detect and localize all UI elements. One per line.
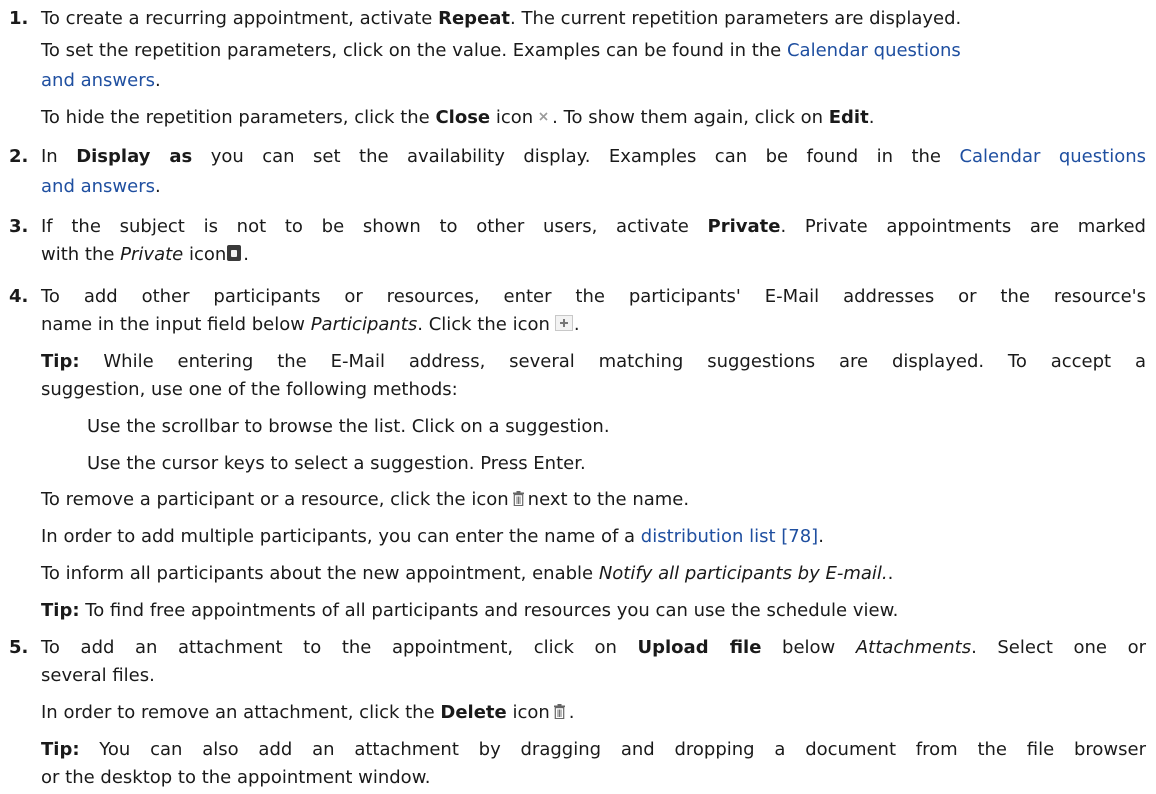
distribution-list-link[interactable]: distribution list [78]: [641, 526, 818, 547]
tip-text: Tip: To find free appointments of all pa…: [41, 600, 899, 621]
tip-text: Tip: While entering the E-Mail address, …: [41, 351, 1146, 372]
attachments-term: Attachments: [855, 637, 972, 658]
step-text: In order to add multiple participants, y…: [41, 526, 824, 547]
display-as-term: Display as: [76, 146, 193, 167]
step-number: 3.: [9, 216, 29, 237]
tip-text: suggestion, use one of the following met…: [41, 379, 458, 400]
step-text: To add other participants or resources, …: [41, 286, 1146, 307]
step-text: To set the repetition parameters, click …: [41, 40, 961, 61]
calendar-faq-link[interactable]: Calendar questions: [959, 146, 1146, 167]
step-text: In Display as you can set the availabili…: [41, 146, 1146, 167]
delete-term: Delete: [440, 702, 507, 723]
private-term: Private: [120, 244, 184, 265]
upload-file-term: Upload file: [637, 637, 762, 658]
method-item: Use the scrollbar to browse the list. Cl…: [87, 416, 610, 437]
step-text: To remove a participant or a resource, c…: [41, 489, 690, 510]
plus-icon: [554, 315, 573, 331]
notify-option-term: Notify all participants by E-mail.: [598, 563, 888, 584]
step-number: 4.: [9, 286, 29, 307]
step-number: 5.: [9, 637, 29, 658]
step-text: If the subject is not to be shown to oth…: [41, 216, 1146, 237]
tip-label: Tip:: [41, 600, 80, 621]
step-text: several files.: [41, 665, 155, 686]
method-item: Use the cursor keys to select a suggesti…: [87, 453, 586, 474]
step-number: 2.: [9, 146, 29, 167]
close-icon: [539, 112, 548, 121]
step-text: name in the input field below Participan…: [41, 314, 580, 335]
trash-icon: [512, 490, 524, 506]
calendar-faq-link[interactable]: and answers: [41, 70, 155, 91]
step-text: In order to remove an attachment, click …: [41, 702, 575, 723]
calendar-faq-link[interactable]: and answers: [41, 176, 155, 197]
calendar-faq-link[interactable]: Calendar questions: [787, 40, 961, 61]
step-text: To hide the repetition parameters, click…: [41, 107, 875, 128]
tip-label: Tip:: [41, 739, 80, 760]
edit-term: Edit: [828, 107, 869, 128]
repeat-term: Repeat: [438, 8, 511, 29]
tip-label: Tip:: [41, 351, 80, 372]
step-text: with the Private icon.: [41, 244, 250, 265]
private-term: Private: [707, 216, 781, 237]
tip-text: Tip: You can also add an attachment by d…: [41, 739, 1146, 760]
tip-text: or the desktop to the appointment window…: [41, 767, 431, 788]
step-text: and answers.: [41, 176, 161, 197]
step-text: To add an attachment to the appointment,…: [41, 637, 1146, 658]
step-number: 1.: [9, 8, 29, 29]
trash-icon: [553, 703, 565, 719]
lock-icon: [227, 245, 242, 261]
step-text: To create a recurring appointment, activ…: [41, 8, 962, 29]
close-term: Close: [435, 107, 491, 128]
participants-term: Participants: [310, 314, 418, 335]
step-text: To inform all participants about the new…: [41, 563, 894, 584]
step-text: and answers.: [41, 70, 161, 91]
